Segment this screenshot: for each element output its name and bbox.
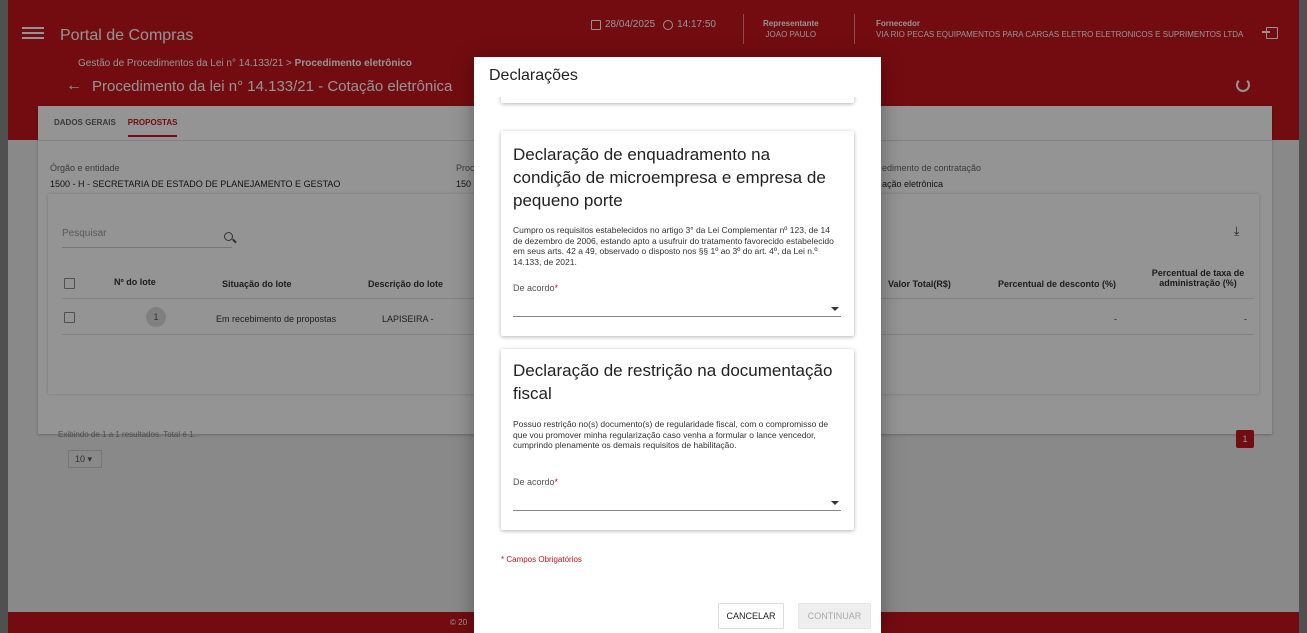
agreement-label: De acordo* <box>513 283 558 293</box>
agreement-select[interactable] <box>513 495 841 511</box>
cancel-button[interactable]: CANCELAR <box>718 603 784 629</box>
dialog-title: Declarações <box>489 67 578 84</box>
declaration-text: Cumpro os requisitos estabelecidos no ar… <box>513 225 834 267</box>
declaration-title: Declaração de enquadramento na condição … <box>513 145 826 210</box>
declarations-dialog: Declarações Declaração de enquadramento … <box>474 57 881 633</box>
dropdown-caret-icon <box>831 307 839 311</box>
declaration-text: Possuo restrição no(s) documento(s) de r… <box>513 419 829 450</box>
declaration-card-microempresa: Declaração de enquadramento na condição … <box>501 131 854 336</box>
dropdown-caret-icon <box>831 501 839 505</box>
declaration-card-previous <box>501 97 854 103</box>
required-fields-note: * Campos Obrigatórios <box>501 555 582 564</box>
declaration-card-restricao-fiscal: Declaração de restrição na documentação … <box>501 349 854 530</box>
agreement-label: De acordo* <box>513 477 558 487</box>
required-asterisk: * <box>554 283 559 293</box>
agreement-label-text: De acordo <box>513 283 555 293</box>
declaration-title: Declaração de restrição na documentação … <box>513 361 833 403</box>
required-asterisk: * <box>554 477 559 487</box>
dialog-scroll-area[interactable]: Declaração de enquadramento na condição … <box>474 97 881 587</box>
agreement-select[interactable] <box>513 301 841 317</box>
agreement-label-text: De acordo <box>513 477 555 487</box>
continue-button[interactable]: CONTINUAR <box>798 603 871 629</box>
